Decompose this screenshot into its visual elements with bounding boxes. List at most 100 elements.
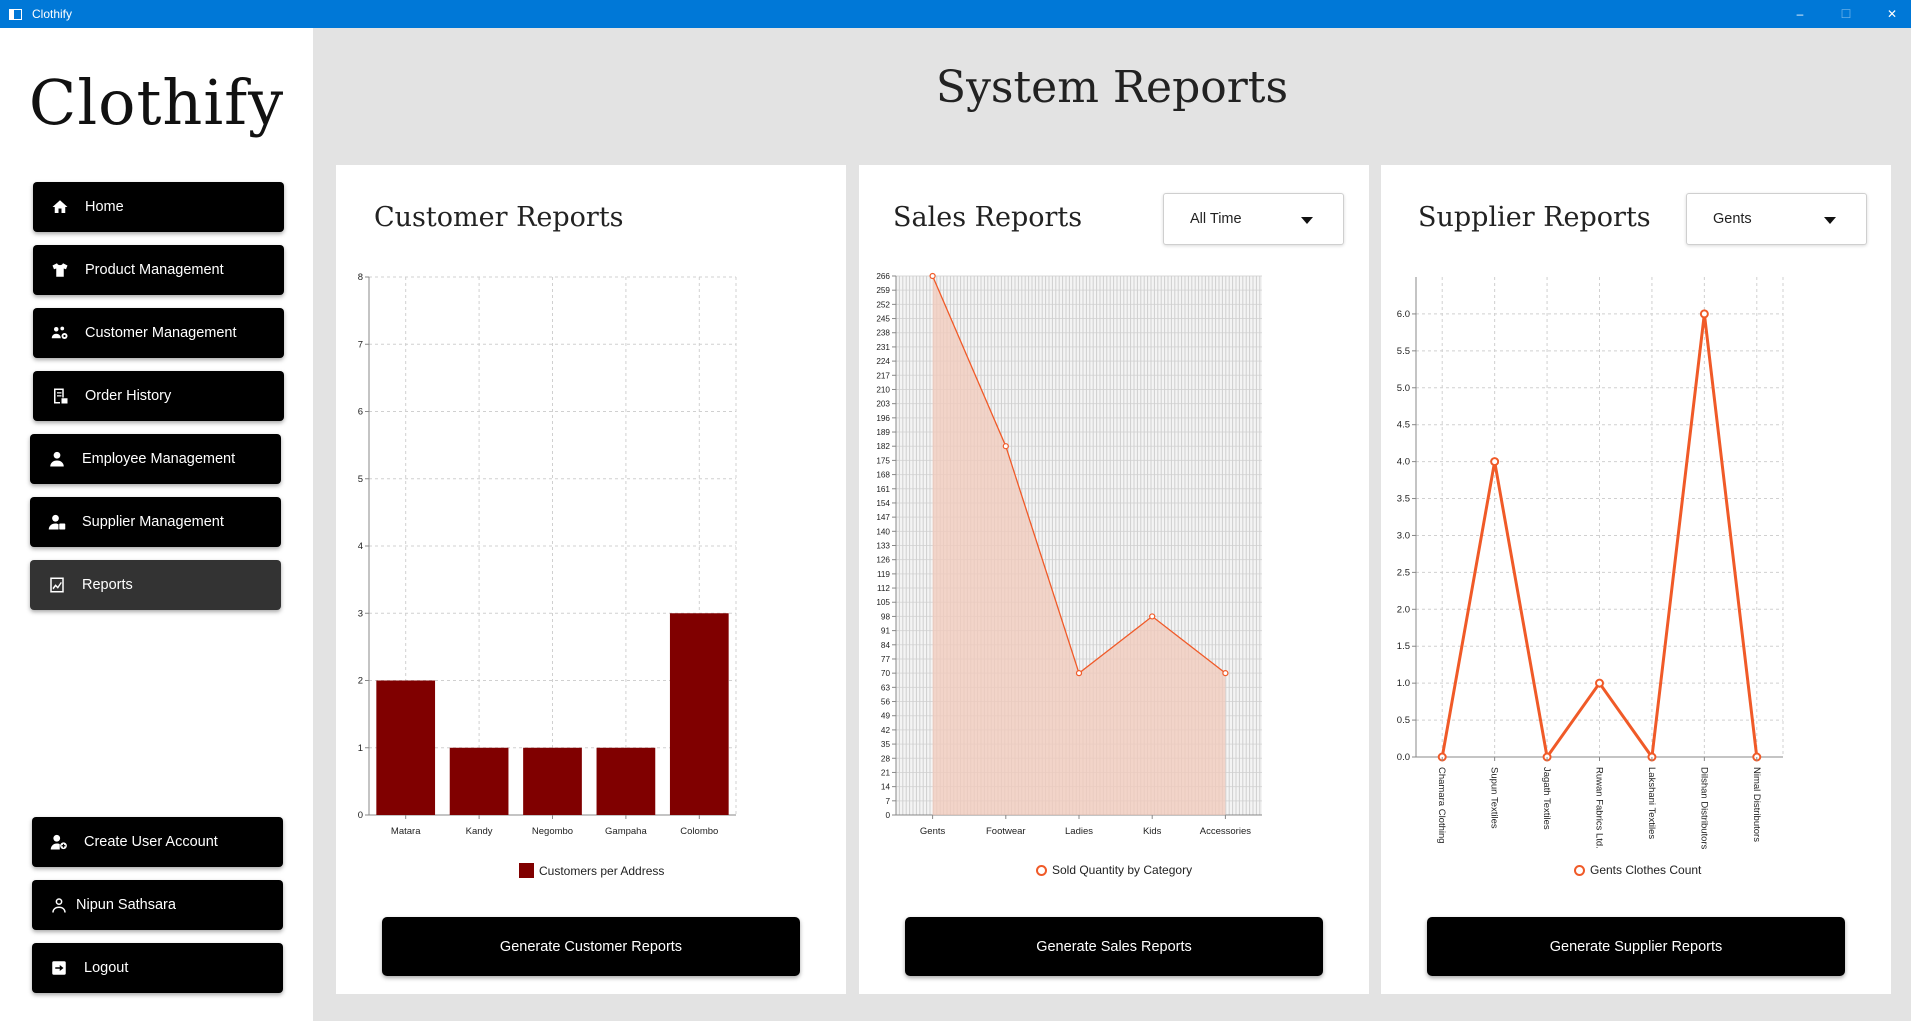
y-tick-label: 7	[358, 339, 363, 350]
y-tick-label: 126	[876, 556, 890, 565]
y-tick-label: 231	[876, 343, 890, 352]
generate-supplier-reports-button[interactable]: Generate Supplier Reports	[1427, 917, 1845, 976]
y-tick-label: 1.5	[1397, 641, 1410, 652]
y-tick-label: 133	[876, 542, 890, 551]
supplier-category-value: Gents	[1713, 211, 1752, 227]
nav-employee-management-button[interactable]: Employee Management	[30, 434, 281, 484]
y-tick-label: 28	[881, 754, 891, 763]
y-tick-label: 5	[358, 474, 363, 485]
bar-negombo	[523, 747, 582, 815]
customer-chart-legend: Customers per Address	[519, 863, 664, 878]
y-tick-label: 2.5	[1397, 567, 1410, 578]
legend-marker	[1036, 864, 1047, 876]
window-titlebar: Clothify – ☐ ✕	[0, 0, 1911, 28]
sales-reports-card: Sales Reports All Time 0 7 14 21 28 35 42 49 56 6…	[859, 165, 1369, 994]
legend-marker	[1574, 864, 1585, 876]
y-tick-label: 105	[876, 598, 890, 607]
x-tick-label: Colombo	[680, 826, 718, 837]
customer-reports-card: Customer Reports 0 1 2 3 4 5 6 7 8 Matara Kandy Neg…	[336, 165, 846, 994]
y-tick-label: 196	[876, 414, 890, 423]
nav-reports-label: Reports	[82, 577, 133, 593]
supplier-category-dropdown[interactable]: Gents	[1686, 193, 1867, 245]
y-tick-label: 0.0	[1397, 752, 1410, 763]
data-point-kids	[1149, 613, 1156, 620]
current-user-button[interactable]: Nipun Sathsara	[32, 880, 283, 930]
data-point-accessories	[1222, 670, 1229, 677]
chevron-down-icon	[1301, 217, 1313, 224]
y-tick-label: 140	[876, 527, 890, 536]
supplier-reports-card: Supplier Reports Gents 0.0 0.5 1.0 1.5 2.0 2.…	[1381, 165, 1891, 994]
main-content: System Reports Customer Reports 01234567…	[313, 28, 1911, 1021]
create-user-account-button[interactable]: Create User Account	[32, 817, 283, 867]
y-tick-label: 112	[877, 584, 890, 593]
logout-label: Logout	[84, 960, 129, 976]
user-tie-icon	[46, 511, 68, 533]
nav-product-management-label: Product Management	[85, 262, 224, 278]
maximize-button[interactable]: ☐	[1823, 0, 1869, 28]
supplier-line-chart: 0.0 0.5 1.0 1.5 2.0 2.5 3.0 3.5 4.0 4.5 5.0 5.5 6.0 C…	[1397, 277, 1784, 850]
data-point-footwear	[1002, 443, 1009, 450]
customer-bar-chart: 0 1 2 3 4 5 6 7 8 Matara Kandy Negombo Gampaha Colomb…	[358, 272, 737, 837]
nav-order-history-button[interactable]: Order History	[33, 371, 284, 421]
data-point	[1699, 309, 1709, 319]
x-tick-label: Nimal Distributors	[1751, 767, 1762, 842]
chevron-down-icon	[1824, 217, 1836, 224]
nav-reports-button[interactable]: Reports	[30, 560, 281, 610]
y-tick-label: 5.0	[1397, 383, 1410, 394]
bar-matara	[376, 680, 436, 815]
minimize-button[interactable]: –	[1777, 0, 1823, 28]
x-tick-label: Footwear	[986, 826, 1026, 837]
sales-period-dropdown[interactable]: All Time	[1163, 193, 1344, 245]
x-tick-label: Accessories	[1200, 826, 1251, 837]
nav-customer-management-button[interactable]: Customer Management	[33, 308, 284, 358]
nav-home-label: Home	[85, 199, 124, 215]
x-tick-label: Jagath Textiles	[1541, 767, 1552, 830]
x-tick-label: Ruwan Fabrics Ltd.	[1594, 767, 1605, 849]
x-tick-label: Chamara Clothing	[1436, 767, 1447, 844]
data-point	[1595, 678, 1604, 688]
y-tick-label: 2	[358, 676, 363, 687]
y-tick-label: 5.5	[1397, 346, 1410, 357]
generate-customer-reports-button[interactable]: Generate Customer Reports	[382, 917, 800, 976]
y-tick-label: 8	[358, 272, 363, 283]
nav-home-button[interactable]: Home	[33, 182, 284, 232]
nav-supplier-management-button[interactable]: Supplier Management	[30, 497, 281, 547]
close-button[interactable]: ✕	[1869, 0, 1911, 28]
y-tick-label: 0.5	[1397, 715, 1410, 726]
y-tick-label: 147	[876, 513, 890, 522]
y-tick-label: 182	[876, 442, 890, 451]
window-title: Clothify	[32, 7, 73, 21]
y-tick-label: 168	[876, 471, 890, 480]
nav-product-management-button[interactable]: Product Management	[33, 245, 284, 295]
logout-button[interactable]: Logout	[32, 943, 283, 993]
nav-employee-management-label: Employee Management	[82, 451, 236, 467]
generate-sales-reports-button[interactable]: Generate Sales Reports	[905, 917, 1323, 976]
user-plus-icon	[48, 831, 70, 853]
x-tick-label: Supun Textiles	[1489, 767, 1500, 829]
y-tick-label: 56	[881, 698, 891, 707]
y-tick-label: 252	[876, 300, 890, 309]
nav-order-history-label: Order History	[85, 388, 172, 404]
receipt-icon	[49, 385, 71, 407]
y-tick-label: 1	[358, 743, 363, 754]
y-tick-label: 217	[876, 371, 890, 380]
sales-reports-title: Sales Reports	[893, 202, 1083, 233]
y-tick-label: 49	[881, 712, 891, 721]
y-tick-label: 21	[881, 768, 891, 777]
x-tick-label: Gents	[920, 826, 946, 837]
chart-icon	[46, 574, 68, 596]
tshirt-icon	[49, 259, 71, 281]
x-tick-label: Dilshan Distributors	[1698, 767, 1709, 850]
legend-swatch	[519, 863, 534, 878]
y-tick-label: 2.0	[1397, 604, 1410, 615]
y-tick-label: 35	[881, 740, 891, 749]
customer-reports-title: Customer Reports	[374, 202, 624, 233]
nav-customer-management-label: Customer Management	[85, 325, 237, 341]
legend-label: Customers per Address	[539, 863, 665, 878]
y-tick-label: 259	[876, 286, 890, 295]
person-outline-icon	[48, 894, 70, 916]
y-tick-label: 63	[881, 683, 891, 692]
y-tick-label: 1.0	[1397, 678, 1410, 689]
y-tick-label: 3.0	[1397, 530, 1410, 541]
x-tick-label: Kandy	[466, 826, 493, 837]
